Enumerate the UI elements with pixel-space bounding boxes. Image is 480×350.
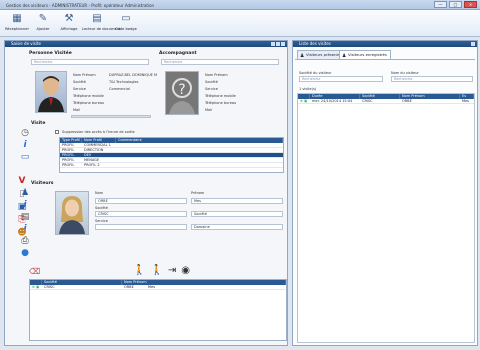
host-value-service: Commercial bbox=[109, 87, 130, 91]
host-label-nom: Nom Prénom bbox=[73, 73, 96, 77]
minimize-button[interactable]: — bbox=[434, 1, 447, 8]
panel-close-button[interactable] bbox=[471, 42, 475, 46]
host-label-service: Service bbox=[73, 87, 86, 91]
grid-icon: ▦ bbox=[12, 13, 22, 24]
host-label-mail: Mail bbox=[73, 108, 81, 112]
window-title: Gestion des visiteurs - ADMINISTRATEUR -… bbox=[6, 3, 155, 8]
erase-icon[interactable]: ⌫ bbox=[29, 267, 40, 276]
maximize-button[interactable]: □ bbox=[449, 1, 462, 8]
accompagnant-title: Accompagnant bbox=[159, 51, 197, 56]
ribbon-affichage-button[interactable]: ⚒ Affichage bbox=[56, 12, 82, 36]
accomp-label-societe: Société bbox=[205, 80, 218, 84]
tab-visiteurs-enregistres[interactable]: ♟ Visiteurs enregistrés bbox=[339, 50, 391, 59]
document-icon[interactable]: ▯ bbox=[16, 189, 28, 199]
societe-filter-input[interactable]: Recherche bbox=[299, 76, 383, 82]
info-icon[interactable]: i bbox=[19, 139, 31, 151]
panel-header: Liste des visites bbox=[293, 41, 477, 47]
saisie-visite-panel: Saisie de visite Personne Visitée Accomp… bbox=[4, 40, 288, 346]
svg-text:?: ? bbox=[178, 82, 185, 98]
visitor-label-societe: Société bbox=[95, 206, 108, 210]
run-icon[interactable]: ⇥ bbox=[168, 265, 176, 276]
ribbon-ajouter-button[interactable]: ✎ Ajouter bbox=[30, 12, 56, 36]
pdf-icon[interactable]: ⎘ bbox=[16, 215, 28, 225]
ribbon-reception-button[interactable]: ▦ Réceptionner bbox=[4, 12, 30, 36]
visitor-label-prenom: Prénom bbox=[191, 191, 205, 195]
window-titlebar: Gestion des visiteurs - ADMINISTRATEUR -… bbox=[0, 0, 480, 10]
visitor-label-service: Service bbox=[95, 219, 108, 223]
walk-in-icon[interactable]: 🚶 bbox=[133, 265, 145, 276]
wrench-icon: ⚒ bbox=[64, 13, 74, 24]
visitor-service-input[interactable] bbox=[95, 224, 187, 230]
save-icon[interactable]: ▣ bbox=[16, 202, 28, 212]
suppression-acces-label: Suppression des accès à l'heure de sorti… bbox=[62, 130, 135, 134]
ribbon-code-badge-button[interactable]: ▭ Code badge bbox=[113, 12, 139, 36]
liste-visites-panel: Liste des visites ♟ Visiteurs présents ♟ V… bbox=[292, 40, 478, 346]
accomp-label-nom: Nom Prénom bbox=[205, 73, 228, 77]
panel-close-button[interactable] bbox=[281, 42, 285, 46]
clock-icon[interactable]: ◷ bbox=[19, 127, 31, 139]
nom-filter-input[interactable]: Recherche bbox=[391, 76, 473, 82]
panel-title: Saisie de visite bbox=[11, 41, 42, 46]
host-scrollbar[interactable] bbox=[71, 115, 151, 118]
visitor-photo bbox=[55, 191, 89, 235]
panel-title: Liste des visites bbox=[299, 41, 331, 46]
accomp-label-mobile: Téléphone mobile bbox=[205, 94, 236, 98]
visits-grid: Durée Société Nom Prénom Es ⊕ ▣ mer. 24/… bbox=[297, 93, 475, 343]
badge-reader-icon[interactable]: ▭ bbox=[19, 151, 31, 163]
profile-row[interactable]: PROFIL PROFIL 2 bbox=[60, 163, 283, 168]
close-button[interactable]: ✕ bbox=[464, 1, 477, 8]
suppression-acces-checkbox[interactable] bbox=[55, 130, 59, 134]
host-value-societe: T&I Technologies bbox=[109, 80, 139, 84]
host-search-input[interactable]: Recherche bbox=[31, 59, 149, 65]
visitor-societe-input[interactable]: CRISC bbox=[95, 211, 187, 217]
accomp-label-service: Service bbox=[205, 87, 218, 91]
panel-max-button[interactable] bbox=[276, 42, 280, 46]
host-label-mobile: Téléphone mobile bbox=[73, 94, 104, 98]
accomp-photo-placeholder: ? bbox=[165, 71, 199, 115]
ribbon-toolbar: ▦ Réceptionner ✎ Ajouter ⚒ Affichage ▤ L… bbox=[0, 10, 480, 37]
visitor-nom-input[interactable]: ORBE bbox=[95, 198, 187, 204]
card-reader-icon: ▤ bbox=[92, 13, 102, 24]
visitor-label-nom: Nom bbox=[95, 191, 104, 195]
visit-row[interactable]: ⊕ ▣ mer. 24/10/2014 15:04 CRISC ORBE Mes bbox=[298, 99, 474, 104]
camera-icon[interactable]: ◉ bbox=[181, 265, 190, 276]
host-value-nom: DUPRAZ-BEL DOMINIQUE M bbox=[109, 73, 158, 77]
side-toolbar: V ▯ ▣ ⎘ ☻ bbox=[16, 176, 28, 238]
accomp-label-bureau: Téléphone bureau bbox=[205, 101, 237, 105]
ribbon-document-reader-button[interactable]: ▤ Lecteur de document bbox=[82, 12, 120, 36]
visitor-list-row[interactable]: ⊕ ▣ CRISC ORBE Mes bbox=[30, 285, 286, 290]
personne-visitee-title: Personne Visitée bbox=[29, 51, 72, 56]
pencil-icon: ✎ bbox=[38, 13, 48, 24]
group-count-label: 1 visite(s) bbox=[299, 87, 317, 91]
visitor-prenom-input[interactable]: Mes bbox=[191, 198, 283, 204]
v-logo-icon[interactable]: V bbox=[16, 176, 28, 186]
visitor-societe2-input[interactable]: Société bbox=[191, 211, 283, 217]
host-photo bbox=[35, 71, 67, 113]
nom-filter-label: Nom du visiteur bbox=[391, 71, 419, 75]
accomp-search-input[interactable]: Recherche bbox=[161, 59, 279, 65]
users-icon[interactable]: ☻ bbox=[16, 228, 28, 238]
tab-visiteurs-presents[interactable]: ♟ Visiteurs présents bbox=[297, 50, 344, 59]
walk-out-icon[interactable]: 🚶 bbox=[150, 265, 162, 276]
globe-icon[interactable]: ● bbox=[19, 247, 31, 259]
visitor-domaine-input[interactable]: Domaine bbox=[191, 224, 283, 230]
societe-filter-label: Société du visiteur bbox=[299, 71, 332, 75]
panel-header: Saisie de visite bbox=[5, 41, 287, 47]
host-label-societe: Société bbox=[73, 80, 86, 84]
host-label-bureau: Téléphone bureau bbox=[73, 101, 105, 105]
profiles-grid: Type Profil Nom Profil Commentaire PROFI… bbox=[59, 137, 284, 173]
panel-min-button[interactable] bbox=[271, 42, 275, 46]
visiteurs-title: Visiteurs bbox=[31, 181, 54, 186]
visite-title: Visite bbox=[31, 121, 46, 126]
badge-icon: ▭ bbox=[121, 13, 131, 24]
accomp-label-mail: Mail bbox=[205, 108, 213, 112]
visitors-list-grid: Société Nom Prénom ⊕ ▣ CRISC ORBE Mes bbox=[29, 279, 287, 341]
